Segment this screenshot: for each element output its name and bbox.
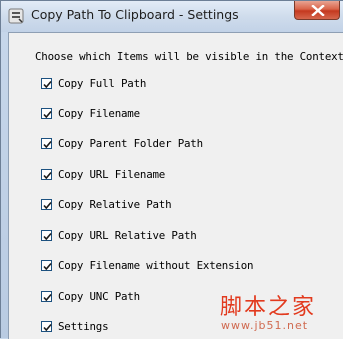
option-label: Copy Full Path xyxy=(58,77,147,90)
intro-text: Choose which Items will be visible in th… xyxy=(35,50,343,63)
checkbox[interactable] xyxy=(41,260,52,271)
option-label: Settings xyxy=(58,320,109,333)
option-label: Copy Parent Folder Path xyxy=(58,137,203,150)
checkbox[interactable] xyxy=(41,291,52,302)
option-label: Copy UNC Path xyxy=(58,290,140,303)
checkbox[interactable] xyxy=(41,169,52,180)
watermark-url: www.jb51.net xyxy=(221,319,309,332)
checkbox[interactable] xyxy=(41,199,52,210)
settings-window: Copy Path To Clipboard - Settings Choose… xyxy=(0,0,343,339)
checkbox[interactable] xyxy=(41,230,52,241)
window-title: Copy Path To Clipboard - Settings xyxy=(31,7,239,22)
watermark: 脚本之家 www.jb51.net xyxy=(216,289,343,339)
checkbox[interactable] xyxy=(41,108,52,119)
checkbox[interactable] xyxy=(41,138,52,149)
app-icon xyxy=(8,8,24,24)
option-label: Copy Relative Path xyxy=(58,198,172,211)
checkbox[interactable] xyxy=(41,321,52,332)
watermark-text: 脚本之家 xyxy=(220,295,317,320)
option-label: Copy Filename without Extension xyxy=(58,259,254,272)
option-label: Copy Filename xyxy=(58,107,140,120)
checkbox[interactable] xyxy=(41,78,52,89)
option-label: Copy URL Filename xyxy=(58,168,166,181)
close-button[interactable] xyxy=(294,1,340,20)
title-bar[interactable]: Copy Path To Clipboard - Settings xyxy=(1,1,343,32)
option-label: Copy URL Relative Path xyxy=(58,229,197,242)
